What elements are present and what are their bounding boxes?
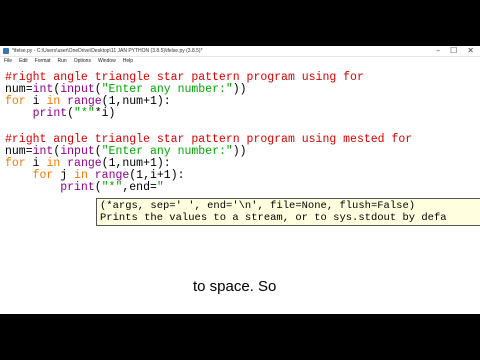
python-file-icon: [3, 48, 9, 54]
code-token: ,end=: [122, 181, 157, 194]
calltip-signature: (*args, sep=' ', end='\n', file=None, fl…: [100, 200, 416, 212]
code-token: (: [67, 107, 75, 120]
calltip-description: Prints the values to a stream, or to sys…: [100, 212, 447, 224]
maximize-button[interactable]: ☐: [450, 46, 457, 56]
builtin-token: print: [32, 107, 68, 120]
string-token: "*": [101, 181, 123, 194]
close-button[interactable]: ✕: [467, 46, 474, 56]
menu-window[interactable]: Window: [98, 57, 116, 65]
code-token: )): [232, 83, 247, 96]
menu-run[interactable]: Run: [58, 57, 67, 65]
code-token: )): [232, 145, 247, 158]
menu-options[interactable]: Options: [74, 57, 91, 65]
calltip-popup: (*args, sep=' ', end='\n', file=None, fl…: [96, 198, 480, 226]
code-editor[interactable]: #right angle triangle star pattern progr…: [0, 66, 480, 314]
string-token: ": [156, 181, 164, 194]
video-caption: to space. So: [193, 278, 277, 295]
code-line: print("*"*i): [5, 107, 116, 120]
menu-file[interactable]: File: [4, 57, 12, 65]
menu-format[interactable]: Format: [35, 57, 51, 65]
title-bar: *ifelse.py - C:\Users\user\OneDrive\Desk…: [0, 46, 480, 57]
menu-edit[interactable]: Edit: [19, 57, 28, 65]
window-controls: – ☐ ✕: [436, 46, 474, 56]
code-line: print("*",end=": [5, 182, 164, 194]
menu-bar: File Edit Format Run Options Window Help: [0, 57, 480, 65]
idle-editor-window: *ifelse.py - C:\Users\user\OneDrive\Desk…: [0, 46, 480, 314]
code-token: *i): [94, 107, 116, 120]
window-title: *ifelse.py - C:\Users\user\OneDrive\Desk…: [12, 48, 203, 54]
code-token: (: [94, 181, 102, 194]
string-token: "*": [74, 107, 95, 120]
menu-help[interactable]: Help: [123, 57, 133, 65]
builtin-token: print: [60, 181, 95, 194]
minimize-button[interactable]: –: [436, 46, 440, 56]
